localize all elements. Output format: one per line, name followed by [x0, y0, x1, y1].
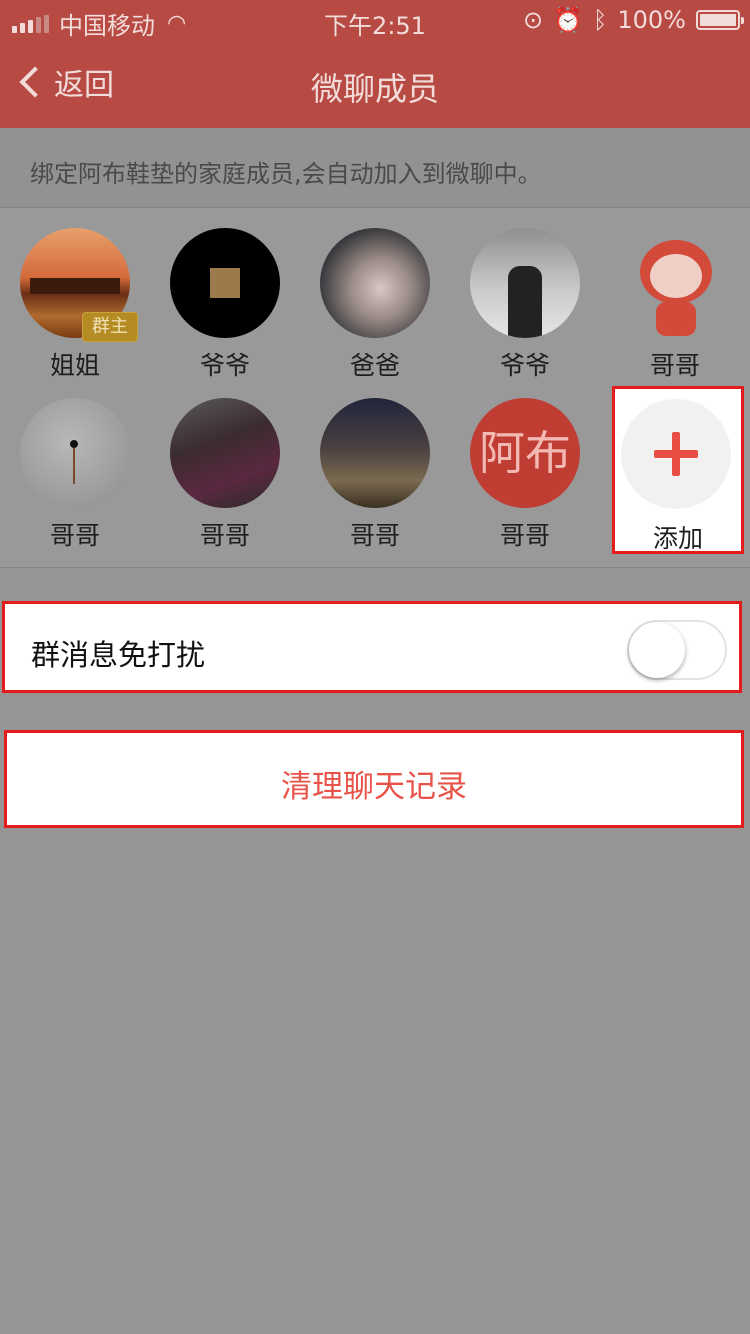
avatar [320, 228, 430, 338]
owner-badge: 群主 [82, 312, 138, 342]
nav-bar: 返回 微聊成员 [0, 40, 750, 128]
avatar [170, 398, 280, 508]
toggle-knob [629, 622, 685, 678]
do-not-disturb-row: 群消息免打扰 [2, 601, 742, 693]
member-item[interactable]: 哥哥 [300, 378, 450, 550]
battery-percent: 100% [617, 6, 686, 34]
avatar [620, 228, 730, 338]
page-title: 微聊成员 [310, 70, 439, 108]
member-item[interactable]: 爷爷 [150, 208, 300, 380]
add-label: 添加 [652, 524, 703, 553]
clear-chat-label: 清理聊天记录 [281, 769, 467, 805]
avatar [20, 398, 130, 508]
member-item[interactable]: 群主 姐姐 [0, 208, 150, 380]
member-item[interactable]: 哥哥 [600, 208, 750, 380]
member-name: 爷爷 [199, 351, 250, 380]
battery-icon [696, 10, 744, 30]
member-name: 爷爷 [499, 351, 550, 380]
rotation-lock-icon: ⊙ [522, 6, 544, 34]
member-item[interactable]: 爸爸 [300, 208, 450, 380]
add-icon [621, 399, 731, 509]
clear-chat-history-button[interactable]: 清理聊天记录 [4, 730, 744, 828]
member-name: 哥哥 [349, 521, 400, 550]
alarm-icon: ⏰ [553, 6, 583, 34]
member-name: 哥哥 [199, 521, 250, 550]
do-not-disturb-label: 群消息免打扰 [31, 638, 206, 672]
avatar: 阿布 [470, 398, 580, 508]
member-item[interactable]: 阿布 哥哥 [450, 378, 600, 550]
member-name: 哥哥 [649, 351, 700, 380]
status-bar: 中国移动 ◠ 下午2:51 ⊙ ⏰ ᛒ 100% [0, 0, 750, 40]
member-item[interactable]: 哥哥 [150, 378, 300, 550]
add-member-button[interactable]: 添加 [612, 386, 744, 554]
member-name: 爸爸 [349, 351, 400, 380]
member-item[interactable]: 爷爷 [450, 208, 600, 380]
avatar [170, 228, 280, 338]
status-right: ⊙ ⏰ ᛒ 100% [522, 6, 744, 34]
member-name: 哥哥 [499, 521, 550, 550]
member-name: 哥哥 [49, 521, 100, 550]
do-not-disturb-toggle[interactable] [627, 620, 727, 680]
avatar [470, 228, 580, 338]
avatar [320, 398, 430, 508]
member-name: 姐姐 [49, 351, 100, 380]
member-item[interactable]: 哥哥 [0, 378, 150, 550]
bluetooth-icon: ᛒ [592, 6, 608, 34]
description-text: 绑定阿布鞋垫的家庭成员,会自动加入到微聊中。 [0, 128, 750, 208]
